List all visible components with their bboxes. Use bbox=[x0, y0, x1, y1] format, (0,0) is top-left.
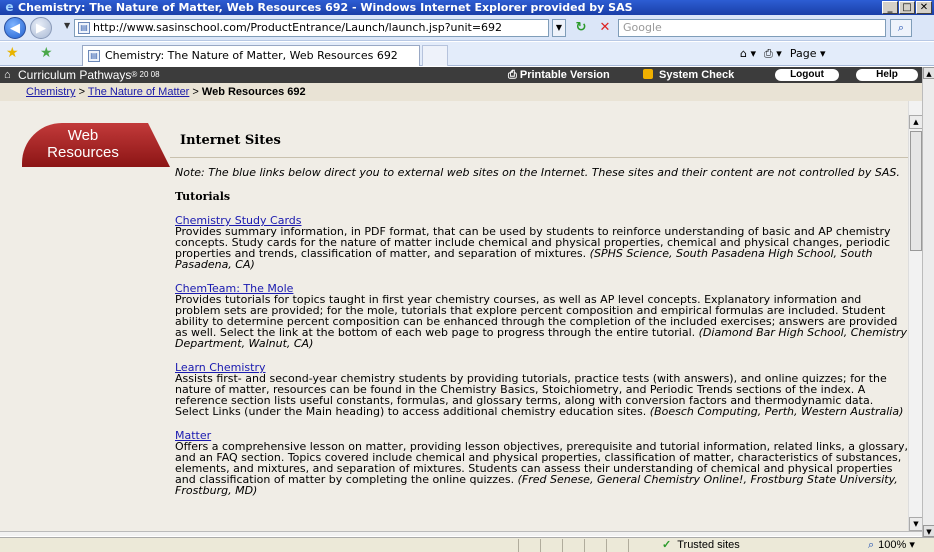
brand-name: Curriculum Pathways bbox=[18, 68, 132, 82]
address-url: http://www.sasinschool.com/ProductEntran… bbox=[93, 21, 503, 34]
zone-label: Trusted sites bbox=[677, 539, 740, 551]
search-icon[interactable]: ⌕ bbox=[890, 19, 912, 37]
zoom-icon: ⌕ bbox=[868, 539, 875, 551]
forward-button[interactable]: ▶ bbox=[30, 17, 52, 39]
printable-label: Printable Version bbox=[519, 69, 610, 81]
window-title-bar: e Chemistry: The Nature of Matter, Web R… bbox=[0, 0, 934, 15]
new-tab-button[interactable] bbox=[422, 45, 448, 66]
scroll-up-icon[interactable]: ▲ bbox=[909, 115, 923, 129]
print-button[interactable]: ⎙ ▾ bbox=[764, 46, 782, 62]
add-favorite-icon[interactable]: ★ bbox=[40, 46, 53, 60]
breadcrumb-nature-of-matter[interactable]: The Nature of Matter bbox=[88, 86, 190, 98]
site-description: Provides summary information, in PDF for… bbox=[175, 226, 910, 270]
status-cell bbox=[584, 539, 604, 552]
status-cell bbox=[562, 539, 582, 552]
site-description: Provides tutorials for topics taught in … bbox=[175, 294, 910, 349]
address-toolbar: ◀ ▶ ▼ ▤ http://www.sasinschool.com/Produ… bbox=[0, 15, 934, 41]
list-item: ChemTeam: The Mole Provides tutorials fo… bbox=[175, 283, 910, 349]
window-title: Chemistry: The Nature of Matter, Web Res… bbox=[18, 1, 633, 14]
site-source: (Boesch Computing, Perth, Western Austra… bbox=[649, 405, 904, 418]
system-check-label: System Check bbox=[659, 69, 735, 81]
address-input[interactable]: ▤ http://www.sasinschool.com/ProductEntr… bbox=[74, 19, 549, 37]
tab-page-icon: ▤ bbox=[88, 50, 100, 62]
brand-title: Curriculum Pathways® 20 08 bbox=[18, 67, 160, 83]
page-content: Web Resources Internet Sites Note: The b… bbox=[0, 101, 922, 531]
refresh-icon[interactable]: ↻ bbox=[572, 19, 590, 37]
web-resources-line1: Web bbox=[67, 127, 99, 144]
command-bar: ⌂ ▾ ⎙ ▾ Page ▾ bbox=[740, 46, 826, 62]
browser-window: e Chemistry: The Nature of Matter, Web R… bbox=[0, 0, 934, 552]
zoom-control[interactable]: ⌕ 100% ▾ bbox=[868, 538, 915, 552]
scroll-down-icon[interactable]: ▼ bbox=[909, 517, 923, 531]
list-item: Matter Offers a comprehensive lesson on … bbox=[175, 430, 910, 496]
maximize-button[interactable]: □ bbox=[899, 1, 915, 14]
tab-active[interactable]: ▤ Chemistry: The Nature of Matter, Web R… bbox=[82, 45, 420, 66]
home-button[interactable]: ⌂ ▾ bbox=[740, 46, 756, 62]
status-cell bbox=[628, 539, 658, 552]
main-column: Internet Sites Note: The blue links belo… bbox=[170, 123, 910, 496]
window-scroll-down-icon[interactable]: ▼ bbox=[923, 525, 934, 537]
list-item: Chemistry Study Cards Provides summary i… bbox=[175, 215, 910, 270]
page-heading: Internet Sites bbox=[180, 133, 281, 148]
app-header: ⌂ Curriculum Pathways® 20 08 ⎙ Printable… bbox=[0, 67, 922, 83]
home-icon[interactable]: ⌂ bbox=[4, 67, 11, 83]
breadcrumb-current: Web Resources 692 bbox=[201, 86, 306, 98]
back-button[interactable]: ◀ bbox=[4, 17, 26, 39]
status-cell bbox=[540, 539, 560, 552]
status-bar: ✓ Trusted sites ⌕ 100% ▾ bbox=[0, 537, 934, 552]
printable-version-link[interactable]: ⎙ Printable Version bbox=[508, 67, 610, 83]
window-scroll-up-icon[interactable]: ▲ bbox=[923, 67, 934, 79]
site-description: Offers a comprehensive lesson on matter,… bbox=[175, 441, 910, 496]
favorites-star-icon[interactable]: ★ bbox=[6, 46, 19, 60]
close-button[interactable]: ✕ bbox=[916, 1, 932, 14]
zoom-level: 100% bbox=[878, 539, 907, 551]
page-icon: ▤ bbox=[78, 22, 90, 34]
breadcrumb: Chemistry > The Nature of Matter > Web R… bbox=[0, 83, 922, 101]
logout-button[interactable]: Logout bbox=[775, 69, 839, 81]
tab-bar: ★ ★ ▤ Chemistry: The Nature of Matter, W… bbox=[0, 42, 934, 66]
window-controls: _ □ ✕ bbox=[882, 1, 932, 14]
horizontal-scrollbar[interactable] bbox=[0, 531, 922, 536]
breadcrumb-sep: > bbox=[75, 86, 88, 98]
content-scrollbar[interactable]: ▲ ▼ bbox=[908, 101, 923, 531]
breadcrumb-chemistry[interactable]: Chemistry bbox=[26, 86, 76, 98]
status-cell bbox=[518, 539, 538, 552]
ie-logo-icon: e bbox=[5, 0, 14, 14]
minimize-button[interactable]: _ bbox=[882, 1, 898, 14]
label-corner bbox=[148, 123, 170, 167]
security-zone[interactable]: ✓ Trusted sites bbox=[662, 538, 740, 552]
list-item: Learn Chemistry Assists first- and secon… bbox=[175, 362, 910, 417]
page-menu-button[interactable]: Page ▾ bbox=[790, 46, 826, 62]
history-dropdown-icon[interactable]: ▼ bbox=[64, 21, 70, 30]
help-button[interactable]: Help bbox=[856, 69, 918, 81]
web-resources-label: Web Resources bbox=[22, 123, 170, 167]
address-dropdown-button[interactable]: ▼ bbox=[552, 19, 566, 37]
window-scrollbar[interactable]: ▲ ▼ bbox=[922, 67, 934, 537]
scrollbar-thumb[interactable] bbox=[910, 131, 922, 251]
site-description: Assists first- and second-year chemistry… bbox=[175, 373, 910, 417]
external-links-note: Note: The blue links below direct you to… bbox=[175, 166, 900, 179]
heading-divider bbox=[170, 157, 910, 158]
system-check-link[interactable]: System Check bbox=[643, 67, 734, 83]
search-input[interactable]: Google bbox=[618, 19, 886, 37]
printer-icon: ⎙ bbox=[508, 69, 520, 81]
trusted-check-icon: ✓ bbox=[662, 539, 672, 551]
section-title: Tutorials bbox=[175, 190, 231, 203]
stop-icon[interactable]: ✕ bbox=[596, 19, 614, 37]
breadcrumb-sep: > bbox=[189, 86, 202, 98]
tab-label: Chemistry: The Nature of Matter, Web Res… bbox=[105, 49, 398, 62]
system-check-icon bbox=[643, 69, 653, 79]
web-resources-line2: Resources bbox=[47, 144, 119, 161]
status-cell bbox=[606, 539, 626, 552]
brand-suffix: ® 20 08 bbox=[131, 70, 160, 79]
